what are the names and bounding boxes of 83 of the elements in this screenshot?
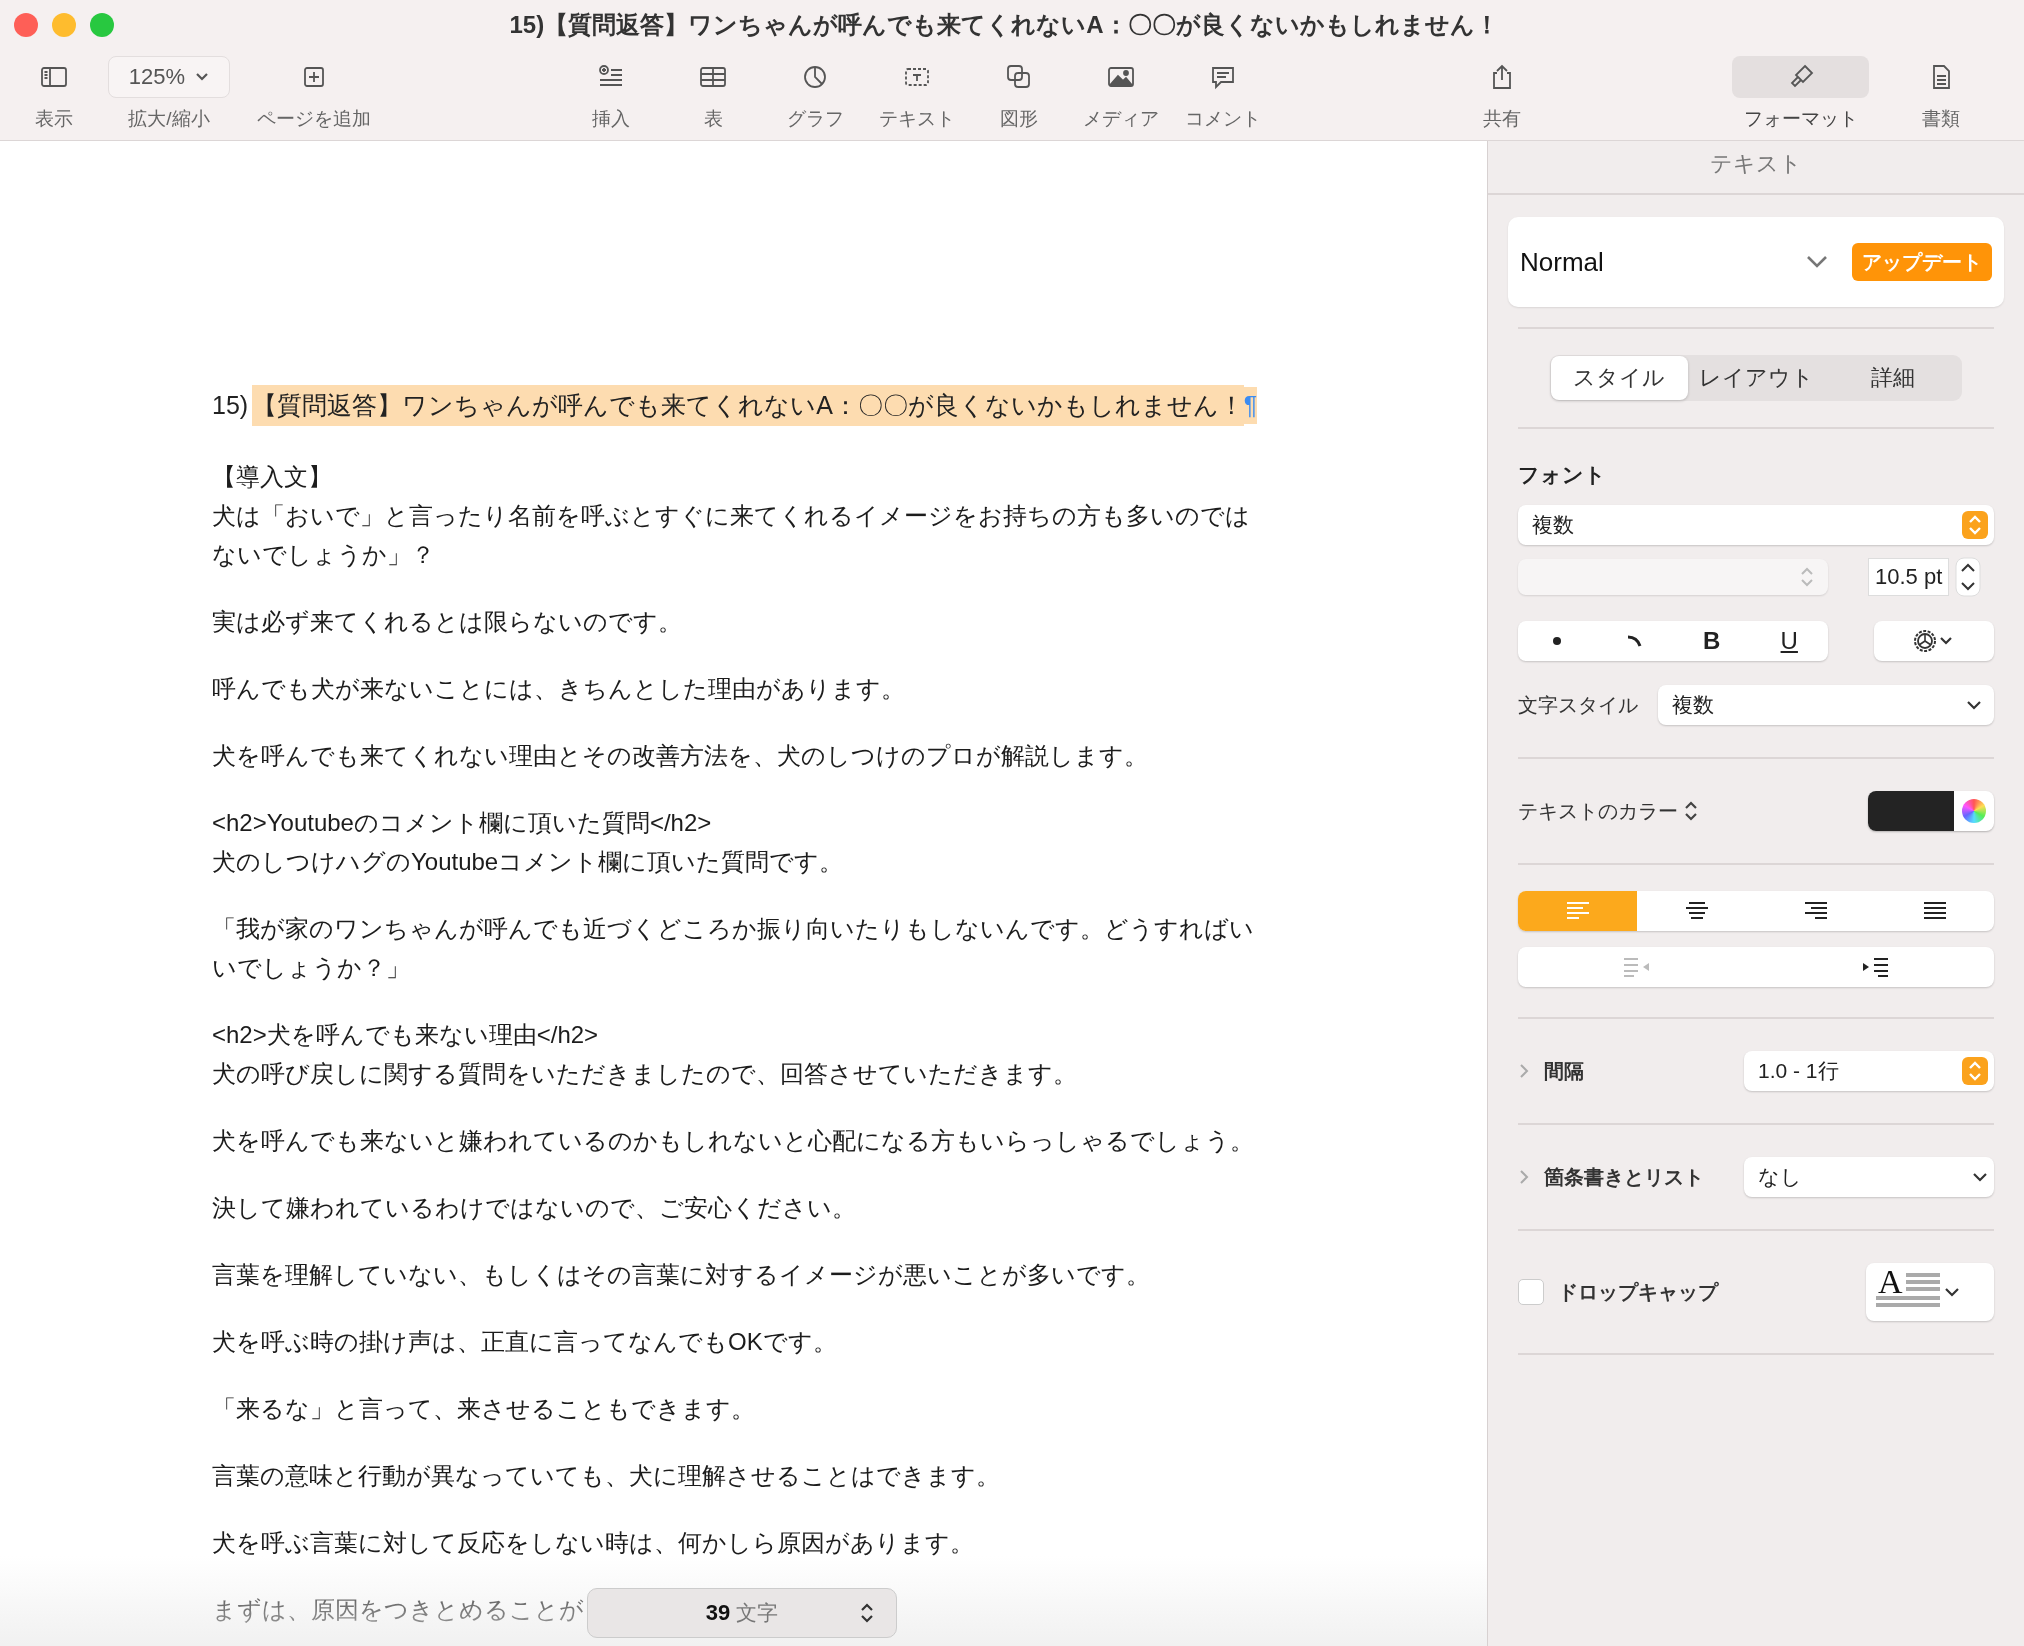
- stepper-icon[interactable]: [1955, 557, 1982, 597]
- color-wheel-icon[interactable]: [1962, 799, 1986, 823]
- bullets-dropdown[interactable]: なし: [1744, 1157, 1994, 1197]
- paragraph: 言葉の意味と行動が異なっていても、犬に理解させることはできます。: [212, 1461, 1000, 1491]
- inspector-tab[interactable]: 詳細: [1824, 356, 1961, 400]
- word-count-unit: 文字: [736, 1600, 779, 1626]
- align-center-icon: [1684, 901, 1709, 921]
- align-left-icon: [1565, 901, 1590, 921]
- chevron-down-icon[interactable]: [1806, 255, 1828, 269]
- paragraph: 犬を呼んでも来ないと嫌われているのかもしれないと心配になる方もいらっしゃるでしょう。: [212, 1126, 1254, 1156]
- toolbar-label: テキスト: [879, 107, 955, 131]
- inspector-title: テキスト: [1488, 141, 2024, 195]
- underline-button[interactable]: U: [1750, 621, 1828, 661]
- paragraph: 犬は「おいで」と言ったり名前を呼ぶとすぐに来てくれるイメージをお持ちの方も多いのではないでしょうか」？: [212, 501, 1251, 570]
- toolbar-label: 書類: [1922, 107, 1960, 131]
- color-swatch[interactable]: [1868, 791, 1954, 831]
- toolbar-label: メディア: [1083, 107, 1159, 131]
- paragraph-style-name[interactable]: Normal: [1520, 246, 1806, 278]
- toolbar-label: ページを追加: [257, 107, 371, 131]
- word-count-number: 39: [705, 1600, 731, 1626]
- close-window-button[interactable]: [14, 13, 38, 37]
- chevron-down-icon: [1972, 1172, 1988, 1182]
- toolbar-label: 拡大/縮小: [128, 107, 210, 131]
- paragraph: 「我が家のワンちゃんが呼んでも近づくどころか振り向いたりもしないんです。どうすればいいでしょうか？」: [212, 914, 1255, 983]
- inspector-tab[interactable]: スタイル: [1551, 356, 1688, 400]
- format-toolbar-button[interactable]: [1732, 56, 1869, 98]
- up-down-chevron-icon: [860, 1602, 874, 1624]
- toolbar-label: 図形: [1000, 107, 1038, 131]
- heading-number: 15): [212, 390, 250, 420]
- paragraph: 「来るな」と言って、来させることもできます。: [212, 1394, 755, 1424]
- paragraph: 呼んでも犬が来ないことには、きちんとした理由があります。: [212, 674, 905, 704]
- drop-cap-checkbox[interactable]: [1518, 1279, 1544, 1305]
- up-down-stepper-icon: [1962, 1057, 1988, 1085]
- color-well[interactable]: [1868, 791, 1994, 831]
- indent-icon: [1860, 956, 1890, 978]
- toolbar-label: 表示: [35, 107, 73, 131]
- paragraph: 【導入文】: [212, 462, 332, 492]
- align-justify-icon: [1922, 901, 1947, 921]
- bold-button[interactable]: B: [1673, 621, 1751, 661]
- align-right-icon: [1803, 901, 1828, 921]
- paragraph: 言葉を理解していない、もしくはその言葉に対するイメージが悪いことが多いです。: [212, 1260, 1150, 1290]
- font-family-dropdown[interactable]: 複数: [1518, 505, 1994, 545]
- toolbar-label: コメント: [1185, 107, 1261, 131]
- toolbar-label: 挿入: [592, 107, 630, 131]
- chevron-down-icon: [195, 72, 210, 82]
- paragraph: 犬のしつけハグのYoutubeコメント欄に頂いた質問です。: [212, 847, 844, 877]
- paragraph: 犬を呼ぶ言葉に対して反応をしない時は、何かしら原因があります。: [212, 1528, 974, 1558]
- up-down-chevron-icon: [1800, 566, 1814, 588]
- paragraph: 実は必ず来てくれるとは限らないのです。: [212, 607, 682, 637]
- line-spacing-dropdown[interactable]: 1.0 - 1行: [1744, 1051, 1994, 1091]
- toolbar-label: 表: [703, 107, 723, 131]
- text-options-button[interactable]: [1874, 621, 1994, 661]
- paragraph: 犬を呼んでも来てくれない理由とその改善方法を、犬のしつけのプロが解説します。: [212, 741, 1148, 771]
- paragraph: 犬を呼ぶ時の掛け声は、正直に言ってなんでもOKです。: [212, 1327, 837, 1357]
- paragraph: 犬の呼び戻しに関する質問をいただきましたので、回答させていただきます。: [212, 1059, 1077, 1089]
- character-style-dropdown[interactable]: 複数: [1658, 685, 1994, 725]
- window-title: 15)【質問返答】ワンちゃんが呼んでも来てくれないA：〇〇が良くないかもしれません！: [508, 10, 1500, 40]
- paragraph: <h2>Youtubeのコメント欄に頂いた質問</h2>: [212, 808, 712, 838]
- word-count-dropdown[interactable]: 39 文字: [587, 1588, 897, 1638]
- section-heading: 間隔: [1544, 1058, 1584, 1084]
- field-label: 文字スタイル: [1518, 692, 1638, 718]
- toolbar-label: 共有: [1483, 107, 1521, 131]
- selected-heading-text: 【質問返答】ワンちゃんが呼んでも来てくれないA：〇〇が良くないかもしれません！: [252, 384, 1244, 426]
- up-down-chevron-icon: [1684, 800, 1698, 822]
- chevron-down-icon: [1944, 1287, 1960, 1297]
- inspector-tab[interactable]: レイアウト: [1687, 356, 1825, 400]
- chevron-down-icon: [1966, 700, 1982, 710]
- section-heading: フォント: [1518, 462, 1607, 488]
- paragraph: <h2>犬を呼んでも来ない理由</h2>: [212, 1020, 599, 1050]
- dot-icon: [1551, 636, 1562, 646]
- checkbox-label: ドロップキャップ: [1558, 1279, 1718, 1305]
- up-down-stepper-icon: [1962, 511, 1988, 539]
- outdent-icon: [1622, 956, 1652, 978]
- text-color-menu[interactable]: テキストのカラー: [1518, 797, 1698, 825]
- section-heading: 箇条書きとリスト: [1544, 1164, 1704, 1190]
- paragraph: まずは、原因をつきとめることが: [212, 1595, 584, 1625]
- drop-cap-style-button[interactable]: A: [1866, 1263, 1994, 1321]
- toolbar-label: フォーマット: [1743, 107, 1858, 131]
- curved-stroke-icon: [1626, 634, 1643, 648]
- paragraph: 決して嫌われているわけではないので、ご安心ください。: [212, 1193, 856, 1223]
- font-size-field[interactable]: 10.5 pt: [1868, 558, 1950, 596]
- zoom-dropdown[interactable]: 125%: [108, 56, 230, 98]
- toolbar-label: グラフ: [786, 107, 844, 131]
